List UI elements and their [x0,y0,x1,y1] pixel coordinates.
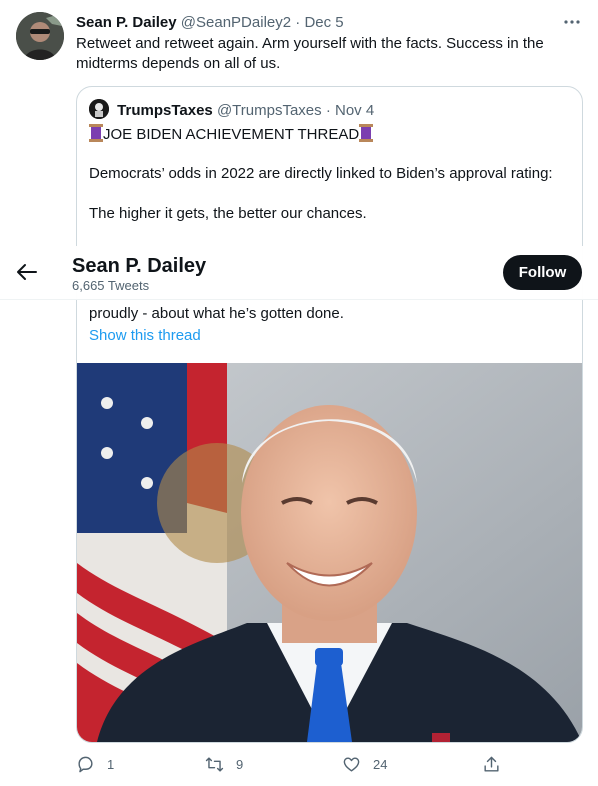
thread-spool-icon [359,124,374,142]
tweet-date[interactable]: Dec 5 [304,14,343,31]
quoted-avatar [89,99,109,119]
avatar-photo-icon [16,12,64,60]
like-count: 24 [373,756,388,772]
quoted-text-line: proudly - about what he’s gotten done. [89,305,344,322]
reply-button[interactable]: 1 [76,752,114,776]
quoted-separator: · [325,102,331,119]
reply-count: 1 [107,756,115,772]
back-arrow-icon[interactable] [16,261,38,283]
like-button[interactable]: 24 [342,752,387,776]
separator: · [295,14,301,31]
quoted-text-line: Democrats’ odds in 2022 are directly lin… [89,165,553,182]
quoted-author-handle: @TrumpsTaxes [216,102,322,119]
heart-icon [343,756,360,772]
thread-spool-icon [89,124,103,142]
quoted-date: Nov 4 [335,102,375,119]
share-button[interactable] [482,752,513,776]
retweet-button[interactable]: 9 [205,752,243,776]
quoted-photo[interactable] [77,363,582,742]
share-icon [484,756,499,772]
quoted-thread-title: JOE BIDEN ACHIEVEMENT THREAD [89,124,374,145]
more-options-icon[interactable] [560,12,584,32]
profile-header-bar: Sean P. Dailey 6,665 Tweets Follow [0,246,598,300]
quoted-author-name: TrumpsTaxes [117,102,213,119]
avatar[interactable] [16,12,64,60]
reply-icon [78,756,93,772]
author-handle[interactable]: @SeanPDailey2 [181,14,291,31]
author-name[interactable]: Sean P. Dailey [76,14,177,31]
retweet-icon [205,756,224,772]
tweet-text: Retweet and retweet again. Arm yourself … [76,35,544,72]
quoted-tweet[interactable]: TrumpsTaxes @TrumpsTaxes · Nov 4 JOE BID… [76,86,583,743]
tweet[interactable]: Sean P. Dailey @SeanPDailey2 · Dec 5 Ret… [0,0,598,786]
retweet-count: 9 [236,756,244,772]
follow-button[interactable]: Follow [503,255,582,290]
quoted-tweet-header: TrumpsTaxes @TrumpsTaxes · Nov 4 [89,99,374,121]
tweet-actions: 1 9 24 [76,752,506,776]
portrait-image-icon [77,363,582,742]
profile-name: Sean P. Dailey [72,255,207,277]
quoted-avatar-icon [89,99,109,119]
tweet-header: Sean P. Dailey @SeanPDailey2 · Dec 5 [76,13,344,33]
show-thread-link[interactable]: Show this thread [89,327,201,344]
quoted-text-line: The higher it gets, the better our chanc… [89,205,367,222]
tweet-count: 6,665 Tweets [72,278,150,293]
quoted-title-text: JOE BIDEN ACHIEVEMENT THREAD [103,126,360,143]
